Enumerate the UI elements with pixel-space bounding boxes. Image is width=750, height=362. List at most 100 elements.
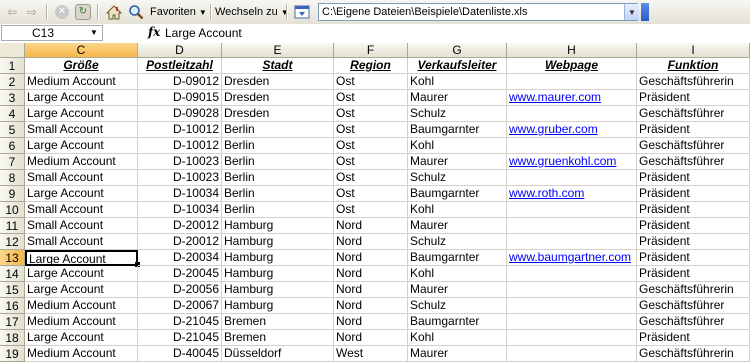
- cell-f[interactable]: Ost: [334, 170, 408, 186]
- header-cell-region[interactable]: Region: [334, 58, 408, 74]
- cell-g[interactable]: Maurer: [408, 154, 507, 170]
- cell-c[interactable]: Medium Account: [25, 154, 138, 170]
- cell-f[interactable]: Nord: [334, 314, 408, 330]
- cell-g[interactable]: Schulz: [408, 106, 507, 122]
- cell-g[interactable]: Kohl: [408, 330, 507, 346]
- cell-d[interactable]: D-10034: [138, 202, 222, 218]
- row-header[interactable]: 1: [0, 58, 25, 74]
- favorites-menu[interactable]: Favoriten ▼: [150, 3, 207, 21]
- cell-c[interactable]: Small Account: [25, 234, 138, 250]
- cell-c[interactable]: Large Account: [25, 138, 138, 154]
- cell-d[interactable]: D-10012: [138, 122, 222, 138]
- cell-g[interactable]: Maurer: [408, 218, 507, 234]
- cell-c[interactable]: Large Account: [25, 282, 138, 298]
- cell-c[interactable]: Small Account: [25, 122, 138, 138]
- cell-f[interactable]: West: [334, 346, 408, 362]
- row-header[interactable]: 16: [0, 298, 25, 314]
- webpage-link[interactable]: www.gruenkohl.com: [509, 154, 616, 168]
- cell-g[interactable]: Schulz: [408, 234, 507, 250]
- cell-f[interactable]: Ost: [334, 122, 408, 138]
- cell-e[interactable]: Berlin: [222, 122, 334, 138]
- cell-c[interactable]: Small Account: [25, 202, 138, 218]
- cell-i[interactable]: Präsident: [637, 234, 750, 250]
- cell-e[interactable]: Hamburg: [222, 218, 334, 234]
- cell-e[interactable]: Hamburg: [222, 250, 334, 266]
- cell-g[interactable]: Maurer: [408, 282, 507, 298]
- chevron-down-icon[interactable]: ▼: [90, 28, 98, 37]
- cell-g[interactable]: Baumgarnter: [408, 250, 507, 266]
- cell-i[interactable]: Geschäftsführerin: [637, 74, 750, 90]
- goto-menu[interactable]: Wechseln zu ▼: [215, 3, 289, 21]
- cell-d[interactable]: D-20012: [138, 218, 222, 234]
- header-cell-webpage[interactable]: Webpage: [507, 58, 637, 74]
- cell-h[interactable]: [507, 346, 637, 362]
- cell-c[interactable]: Small Account: [25, 170, 138, 186]
- cell-i[interactable]: Geschäftsführer: [637, 106, 750, 122]
- cell-i[interactable]: Präsident: [637, 330, 750, 346]
- row-header[interactable]: 8: [0, 170, 25, 186]
- cell-g[interactable]: Maurer: [408, 90, 507, 106]
- cell-e[interactable]: Dresden: [222, 106, 334, 122]
- cell-i[interactable]: Geschäftsführer: [637, 154, 750, 170]
- cell-f[interactable]: Ost: [334, 186, 408, 202]
- cell-d[interactable]: D-10023: [138, 154, 222, 170]
- webpage-link[interactable]: www.maurer.com: [509, 90, 601, 104]
- cell-c[interactable]: Large Account: [25, 90, 138, 106]
- cell-f[interactable]: Nord: [334, 298, 408, 314]
- row-header[interactable]: 2: [0, 74, 25, 90]
- row-header[interactable]: 14: [0, 266, 25, 282]
- function-icon[interactable]: fx: [148, 25, 160, 39]
- cell-f[interactable]: Ost: [334, 74, 408, 90]
- cell-e[interactable]: Dresden: [222, 90, 334, 106]
- cell-e[interactable]: Hamburg: [222, 234, 334, 250]
- cell-d[interactable]: D-10023: [138, 170, 222, 186]
- cell-h[interactable]: [507, 170, 637, 186]
- cell-i[interactable]: Präsident: [637, 186, 750, 202]
- cell-h[interactable]: [507, 314, 637, 330]
- cell-g[interactable]: Baumgarnter: [408, 186, 507, 202]
- column-header-f[interactable]: F: [334, 43, 408, 58]
- row-header[interactable]: 12: [0, 234, 25, 250]
- cell-i[interactable]: Präsident: [637, 170, 750, 186]
- cell-h[interactable]: www.gruenkohl.com: [507, 154, 637, 170]
- cell-d[interactable]: D-10034: [138, 186, 222, 202]
- row-header[interactable]: 19: [0, 346, 25, 362]
- row-header[interactable]: 15: [0, 282, 25, 298]
- cell-g[interactable]: Maurer: [408, 346, 507, 362]
- cell-i[interactable]: Präsident: [637, 202, 750, 218]
- cell-d[interactable]: D-20012: [138, 234, 222, 250]
- cell-h[interactable]: [507, 298, 637, 314]
- cell-c[interactable]: Large Account: [25, 330, 138, 346]
- cell-d[interactable]: D-21045: [138, 330, 222, 346]
- cell-c[interactable]: Large Account: [25, 266, 138, 282]
- cell-h[interactable]: [507, 106, 637, 122]
- cell-f[interactable]: Ost: [334, 106, 408, 122]
- cell-e[interactable]: Berlin: [222, 170, 334, 186]
- cell-e[interactable]: Bremen: [222, 330, 334, 346]
- cell-i[interactable]: Präsident: [637, 250, 750, 266]
- column-header-g[interactable]: G: [408, 43, 507, 58]
- cell-f[interactable]: Nord: [334, 234, 408, 250]
- active-cell[interactable]: Large Account: [25, 250, 138, 266]
- cell-f[interactable]: Nord: [334, 250, 408, 266]
- cell-g[interactable]: Schulz: [408, 170, 507, 186]
- cell-h[interactable]: [507, 202, 637, 218]
- row-header[interactable]: 5: [0, 122, 25, 138]
- row-header[interactable]: 17: [0, 314, 25, 330]
- cell-c[interactable]: Small Account: [25, 218, 138, 234]
- cell-e[interactable]: Dresden: [222, 74, 334, 90]
- cell-d[interactable]: D-20034: [138, 250, 222, 266]
- home-icon[interactable]: [104, 3, 124, 21]
- cell-g[interactable]: Baumgarnter: [408, 122, 507, 138]
- cell-i[interactable]: Präsident: [637, 218, 750, 234]
- cell-c[interactable]: Large Account: [25, 186, 138, 202]
- cell-e[interactable]: Berlin: [222, 154, 334, 170]
- row-header[interactable]: 6: [0, 138, 25, 154]
- cell-i[interactable]: Geschäftsführerin: [637, 346, 750, 362]
- cell-d[interactable]: D-09012: [138, 74, 222, 90]
- cell-d[interactable]: D-09015: [138, 90, 222, 106]
- header-cell-funktion[interactable]: Funktion: [637, 58, 750, 74]
- cell-h[interactable]: [507, 138, 637, 154]
- row-header[interactable]: 7: [0, 154, 25, 170]
- name-box[interactable]: C13: [1, 25, 103, 41]
